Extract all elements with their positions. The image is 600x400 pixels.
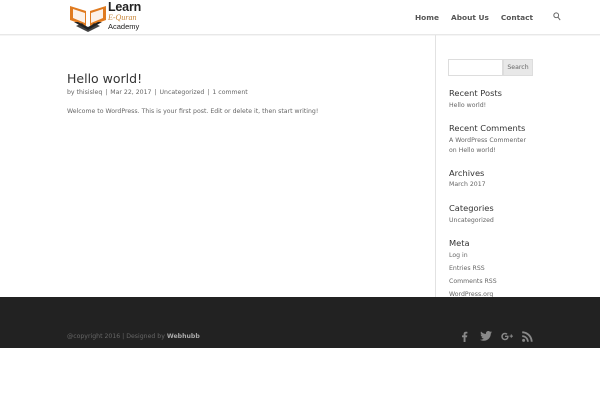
recent-comment-line: on Hello world! (449, 147, 496, 154)
post-title[interactable]: Hello world! (67, 71, 142, 86)
footer-copyright: @copyright 2016 | Designed by Webhubb (67, 333, 200, 340)
recent-comment-author-link[interactable]: A WordPress Commenter (449, 137, 526, 144)
recent-post-link[interactable]: Hello world! (449, 102, 486, 109)
meta-link-entries-rss[interactable]: Entries RSS (449, 265, 485, 272)
meta-link-comments-rss[interactable]: Comments RSS (449, 278, 497, 285)
search-icon[interactable] (553, 12, 561, 21)
designer-link[interactable]: Webhubb (167, 333, 200, 340)
recent-comment-post-link[interactable]: Hello world! (459, 147, 496, 154)
sidebar-divider (435, 35, 436, 297)
post-meta-prefix: by (67, 89, 75, 96)
nav-item-contact[interactable]: Contact (501, 13, 533, 22)
sidebar-search-button[interactable]: Search (503, 59, 533, 76)
meta-separator: | (105, 89, 108, 96)
widget-title-recent-comments: Recent Comments (449, 123, 526, 133)
main-nav: Home About Us Contact (415, 13, 545, 22)
post-date: Mar 22, 2017 (110, 89, 152, 96)
logo-text-learn: Learn (108, 0, 142, 14)
nav-item-about-us[interactable]: About Us (451, 13, 489, 22)
widget-title-categories: Categories (449, 203, 494, 213)
rss-icon[interactable] (522, 331, 533, 342)
meta-separator: | (154, 89, 157, 96)
meta-separator: | (207, 89, 210, 96)
site-header: Learn E-Quran Academy Home About Us Cont… (0, 0, 600, 35)
post-author-link[interactable]: thisisleq (77, 89, 103, 96)
copyright-text: @copyright 2016 | Designed by (67, 333, 165, 340)
google-plus-icon[interactable] (501, 331, 513, 342)
quran-book-logo-icon (70, 6, 106, 32)
site-logo[interactable]: Learn E-Quran Academy (68, 0, 158, 34)
nav-item-home[interactable]: Home (415, 13, 439, 22)
twitter-icon[interactable] (480, 331, 492, 341)
meta-link-login[interactable]: Log in (449, 252, 468, 259)
sidebar-search-input[interactable] (448, 59, 503, 76)
recent-comment-on: on (449, 147, 457, 154)
widget-title-recent-posts: Recent Posts (449, 88, 502, 98)
widget-title-archives: Archives (449, 168, 485, 178)
logo-text-quran: E-Quran (108, 13, 137, 22)
logo-text-academy: Academy (108, 22, 140, 31)
facebook-icon[interactable] (461, 331, 468, 342)
post-comments-link[interactable]: 1 comment (212, 89, 247, 96)
post-excerpt: Welcome to WordPress. This is your first… (67, 108, 319, 115)
post-category-link[interactable]: Uncategorized (160, 89, 205, 96)
widget-title-meta: Meta (449, 238, 470, 248)
archive-link[interactable]: March 2017 (449, 181, 486, 188)
post-meta: by thisisleq | Mar 22, 2017 | Uncategori… (67, 89, 248, 96)
category-link[interactable]: Uncategorized (449, 217, 494, 224)
